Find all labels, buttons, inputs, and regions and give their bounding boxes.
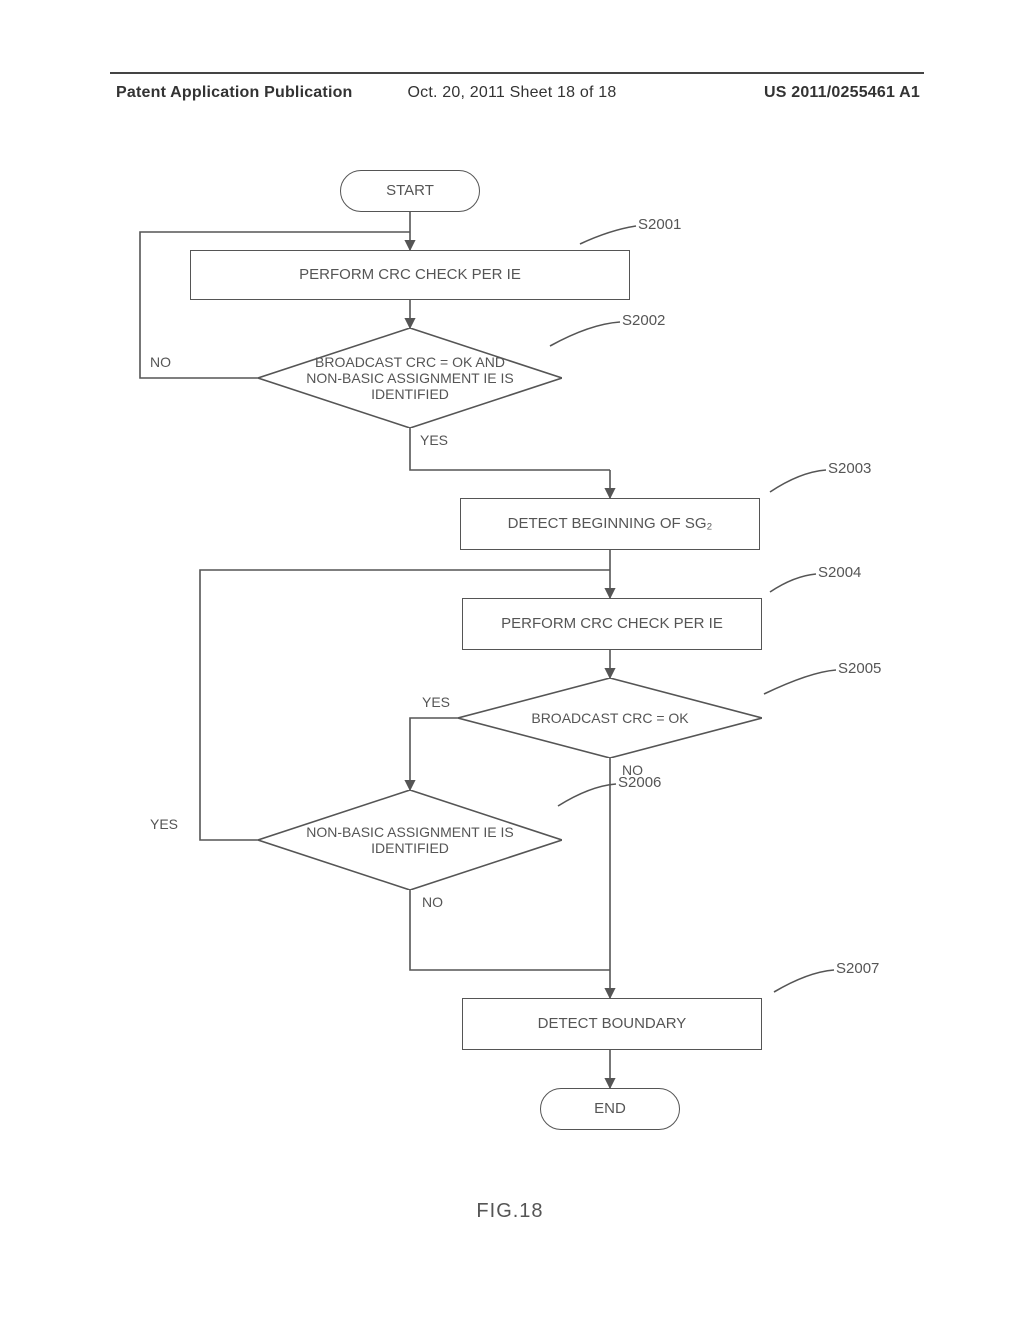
- flowchart: START PERFORM CRC CHECK PER IE S2001 BRO…: [110, 150, 910, 1210]
- figure-caption: FIG.18: [110, 1200, 910, 1223]
- process-s2003-label: DETECT BEGINNING OF SG₂: [508, 514, 713, 534]
- s2002-yes: YES: [420, 432, 448, 448]
- s2002-no: NO: [150, 354, 171, 370]
- decision-s2006: NON-BASIC ASSIGNMENT IE IS IDENTIFIED: [258, 790, 562, 890]
- process-s2007-label: DETECT BOUNDARY: [538, 1014, 687, 1034]
- process-s2003: DETECT BEGINNING OF SG₂: [460, 498, 760, 550]
- step-s2007: S2007: [836, 960, 879, 977]
- step-s2005: S2005: [838, 660, 881, 677]
- header-right: US 2011/0255461 A1: [764, 84, 920, 102]
- process-s2007: DETECT BOUNDARY: [462, 998, 762, 1050]
- decision-s2002: BROADCAST CRC = OK AND NON-BASIC ASSIGNM…: [258, 328, 562, 428]
- process-s2001-label: PERFORM CRC CHECK PER IE: [299, 265, 521, 285]
- s2005-yes: YES: [422, 694, 450, 710]
- header-rule: [110, 72, 924, 74]
- process-s2004-label: PERFORM CRC CHECK PER IE: [501, 614, 723, 634]
- s2006-no: NO: [422, 894, 443, 910]
- step-s2001: S2001: [638, 216, 681, 233]
- start-terminator: START: [340, 170, 480, 212]
- step-s2003: S2003: [828, 460, 871, 477]
- step-s2004: S2004: [818, 564, 861, 581]
- decision-s2005: BROADCAST CRC = OK: [458, 678, 762, 758]
- process-s2001: PERFORM CRC CHECK PER IE: [190, 250, 630, 300]
- s2006-yes: YES: [150, 816, 178, 832]
- end-label: END: [594, 1099, 626, 1119]
- start-label: START: [386, 181, 434, 201]
- step-s2006: S2006: [618, 774, 661, 791]
- end-terminator: END: [540, 1088, 680, 1130]
- step-s2002: S2002: [622, 312, 665, 329]
- process-s2004: PERFORM CRC CHECK PER IE: [462, 598, 762, 650]
